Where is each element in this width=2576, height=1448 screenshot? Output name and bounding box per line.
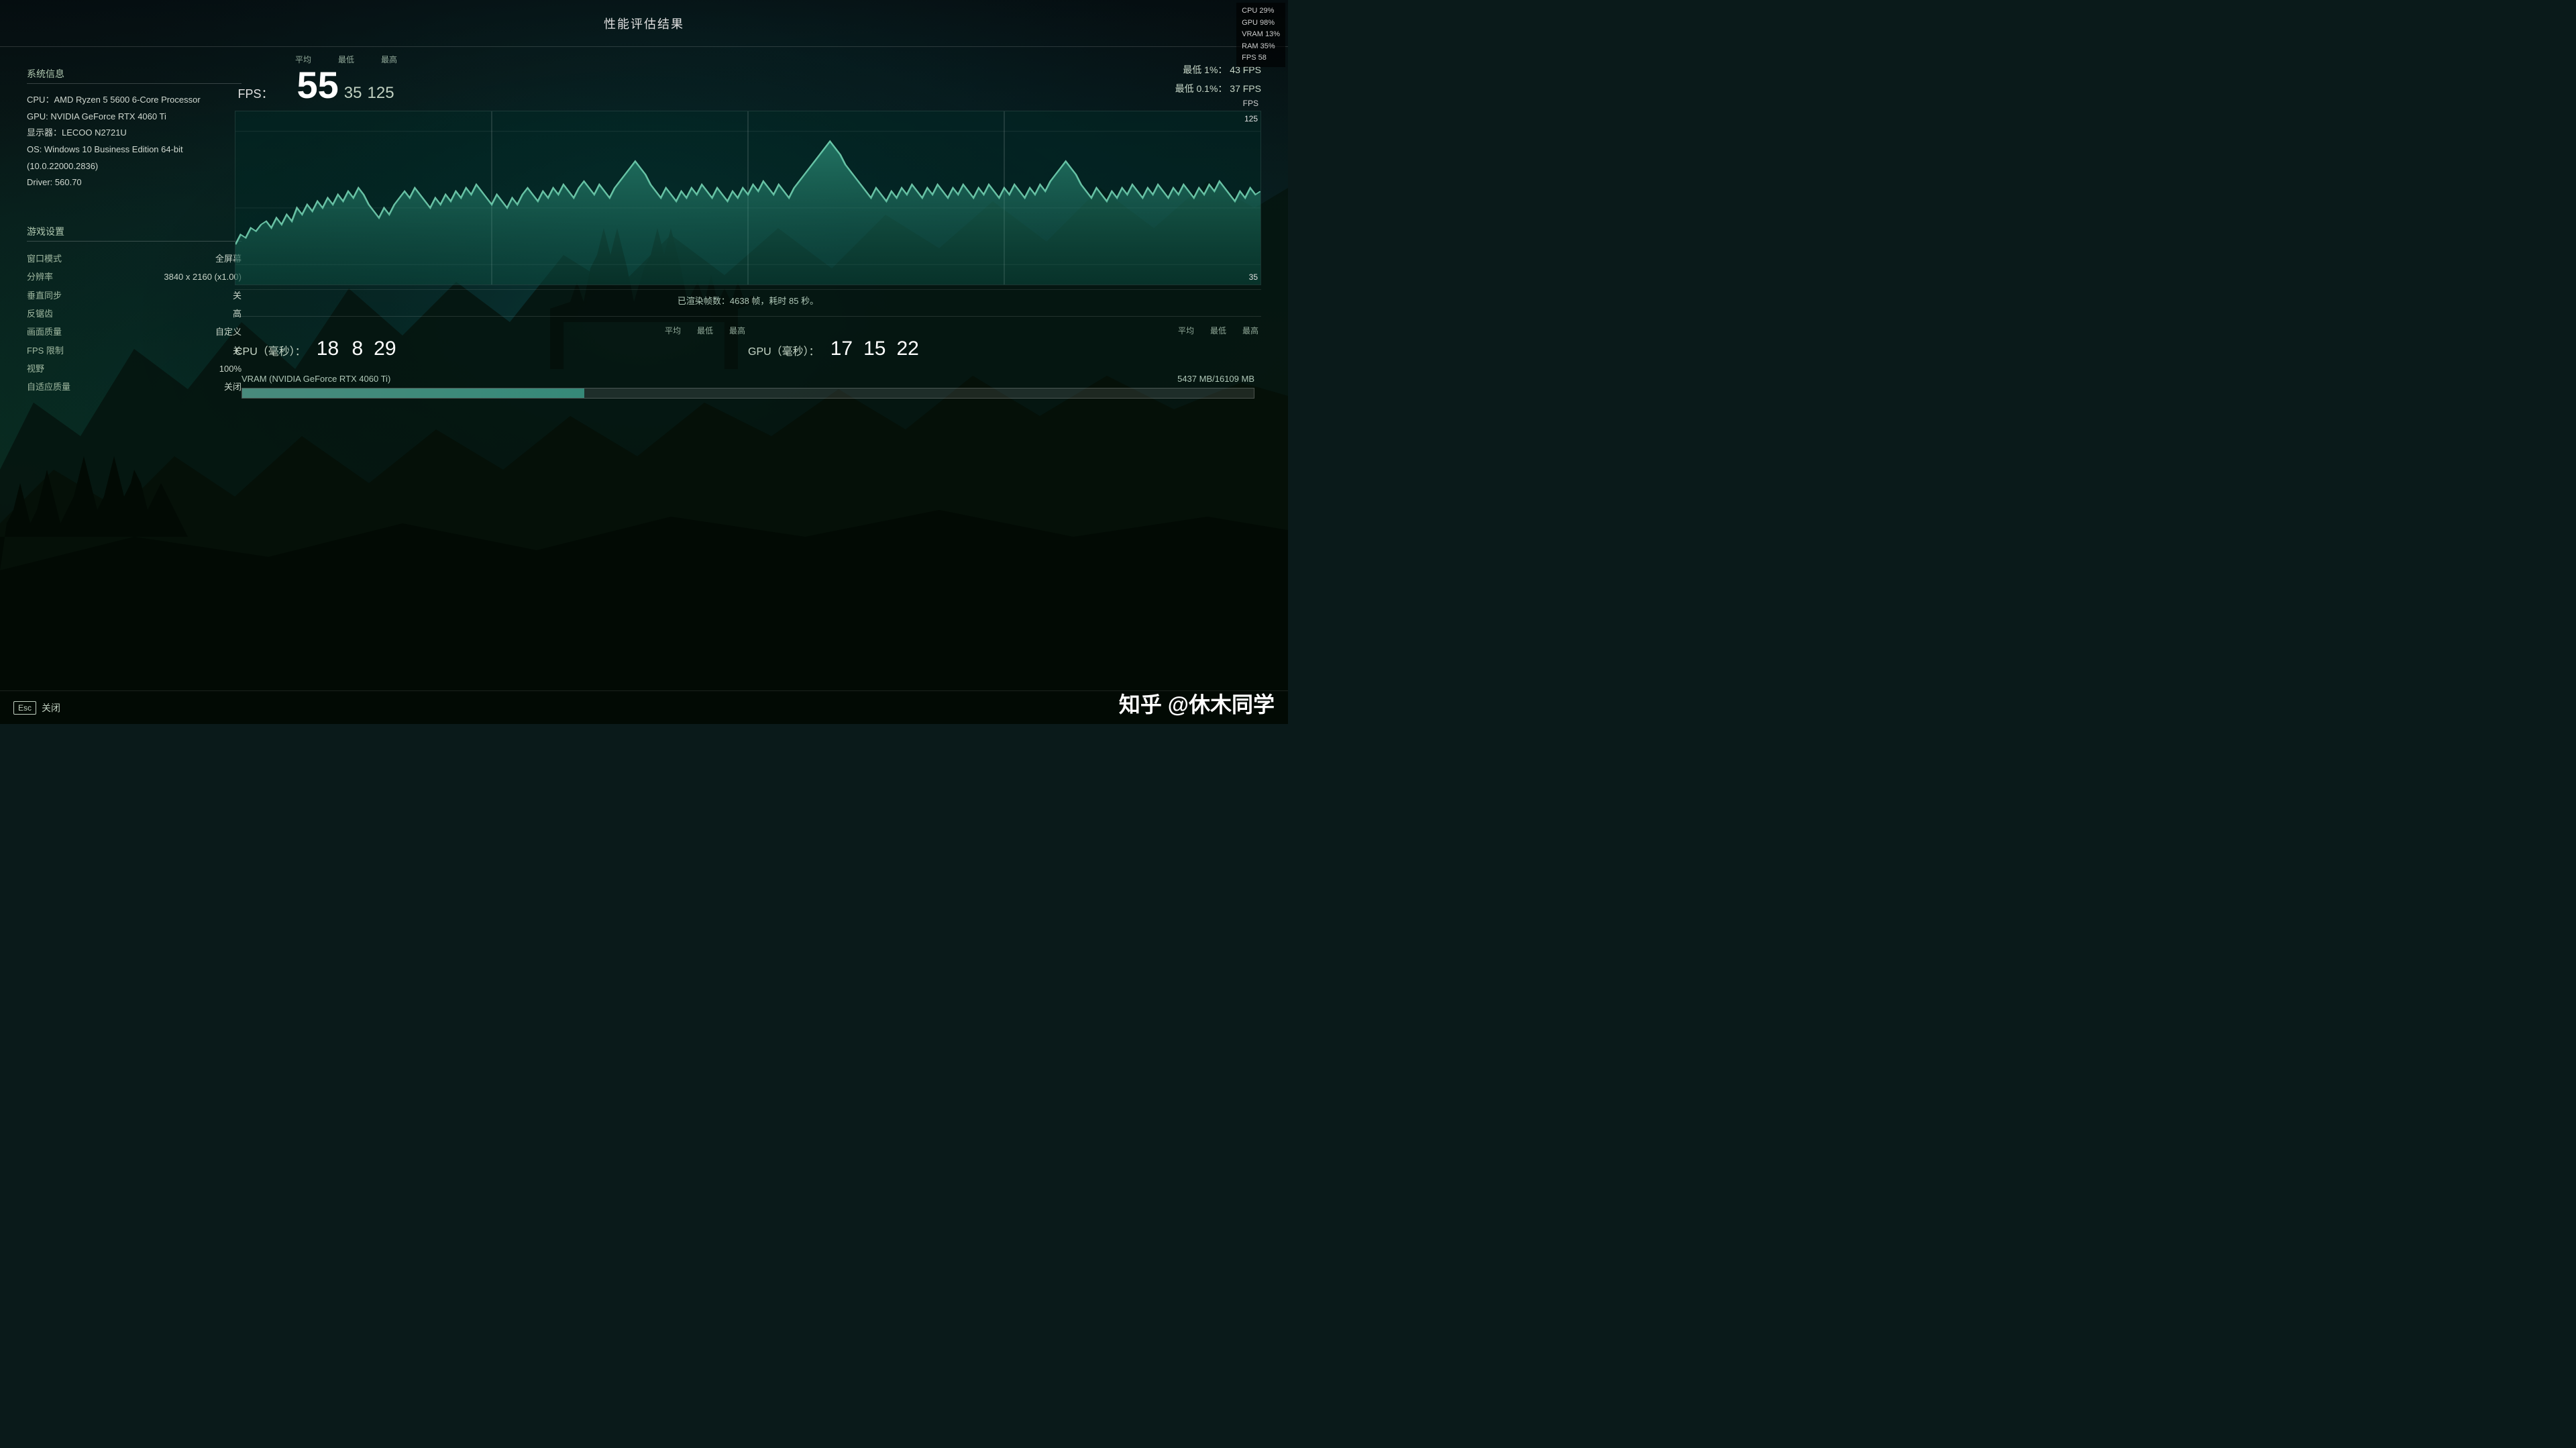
- vram-section: VRAM (NVIDIA GeForce RTX 4060 Ti) 5437 M…: [235, 374, 1261, 399]
- settings-row: 自适应质量 关闭: [27, 378, 241, 396]
- cpu-ms-label: CPU（毫秒）：: [235, 342, 306, 358]
- hud-gpu: GPU 98%: [1242, 17, 1275, 30]
- settings-row: 垂直同步 关: [27, 287, 241, 305]
- hud-cpu: CPU 29%: [1242, 5, 1274, 17]
- close-label: 关闭: [42, 701, 60, 715]
- game-settings-section: 游戏设置 窗口模式 全屏幕 分辨率 3840 x 2160 (x1.00) 垂直…: [27, 225, 241, 396]
- settings-row: 窗口模式 全屏幕: [27, 250, 241, 268]
- settings-label: 视野: [27, 360, 44, 378]
- left-panel: 系统信息 CPU：AMD Ryzen 5 5600 6-Core Process…: [27, 47, 241, 397]
- gpu-ms-label: GPU（毫秒）：: [748, 342, 820, 358]
- fps-max-col-header: 最高: [381, 54, 397, 65]
- cpu-info: CPU：AMD Ryzen 5 5600 6-Core Processor: [27, 92, 241, 109]
- hud-fps: FPS 58: [1242, 52, 1267, 64]
- vram-value: 5437 MB/16109 MB: [1177, 374, 1254, 384]
- cpu-avg-header: 平均: [665, 325, 681, 336]
- settings-row: 分辨率 3840 x 2160 (x1.00): [27, 268, 241, 286]
- settings-label: 画面质量: [27, 323, 62, 341]
- fps-label: FPS：: [238, 85, 292, 102]
- gpu-ms-min: 15: [863, 338, 885, 360]
- fps-max-value: 125: [368, 84, 394, 103]
- hud-ram: RAM 35%: [1242, 41, 1275, 53]
- gpu-info: GPU: NVIDIA GeForce RTX 4060 Ti: [27, 109, 241, 125]
- esc-key: Esc: [13, 701, 36, 715]
- fps-avg-value: 55: [297, 66, 339, 104]
- cpu-max-header: 最高: [729, 325, 745, 336]
- system-info-title: 系统信息: [27, 67, 241, 84]
- right-panel: 平均 最低 最高 FPS： 55 35 125 最低 1%： 43 FPS: [235, 47, 1275, 399]
- cpu-ms-min: 8: [350, 338, 363, 360]
- fps-p01-value: 37 FPS: [1230, 83, 1261, 94]
- system-info-section: 系统信息 CPU：AMD Ryzen 5 5600 6-Core Process…: [27, 67, 241, 191]
- settings-label: 自适应质量: [27, 378, 70, 396]
- game-settings-title: 游戏设置: [27, 225, 241, 242]
- fps-min-value: 35: [344, 84, 362, 103]
- settings-label: 窗口模式: [27, 250, 62, 268]
- cpu-min-header: 最低: [697, 325, 713, 336]
- hud-overlay: CPU 29% GPU 98% VRAM 13% RAM 35% FPS 58: [1236, 3, 1285, 67]
- settings-row: 反锯齿 高: [27, 305, 241, 323]
- fps-min-col-header: 最低: [338, 54, 354, 65]
- fps-scale-label: FPS: [1243, 99, 1258, 108]
- settings-label: 分辨率: [27, 268, 53, 286]
- settings-row: 视野 100%: [27, 360, 241, 378]
- gpu-ms-avg: 17: [830, 338, 853, 360]
- settings-label: FPS 限制: [27, 342, 64, 360]
- fps-chart: 125 35: [235, 111, 1261, 285]
- fps-scale-top: 125: [1244, 114, 1258, 123]
- settings-table: 窗口模式 全屏幕 分辨率 3840 x 2160 (x1.00) 垂直同步 关 …: [27, 250, 241, 396]
- vram-bar-fill: [242, 389, 584, 398]
- fps-p1-label: 最低 1%：: [1183, 64, 1227, 75]
- rendered-info: 已渲染帧数：4638 帧，耗时 85 秒。: [235, 289, 1261, 311]
- os-info: OS: Windows 10 Business Edition 64-bit (…: [27, 142, 241, 174]
- top-bar: 性能评估结果: [0, 0, 1288, 47]
- settings-row: FPS 限制 关: [27, 342, 241, 360]
- settings-label: 垂直同步: [27, 287, 62, 305]
- bottom-bar: Esc 关闭: [0, 690, 1288, 724]
- page-title: 性能评估结果: [604, 15, 684, 32]
- settings-value: 3840 x 2160 (x1.00): [164, 268, 241, 286]
- gpu-avg-header: 平均: [1178, 325, 1194, 336]
- gpu-min-header: 最低: [1210, 325, 1226, 336]
- gpu-ms-max: 22: [896, 338, 918, 360]
- vram-bar-bg: [241, 388, 1254, 399]
- vram-label: VRAM (NVIDIA GeForce RTX 4060 Ti): [241, 374, 390, 384]
- display-info: 显示器：LECOO N2721U: [27, 125, 241, 142]
- settings-row: 画面质量 自定义: [27, 323, 241, 341]
- cpu-ms-max: 29: [374, 338, 396, 360]
- fps-scale-bottom: 35: [1249, 272, 1258, 282]
- close-button[interactable]: Esc 关闭: [13, 701, 60, 715]
- fps-p01-label: 最低 0.1%：: [1175, 83, 1228, 94]
- watermark: 知乎 @休木同学: [1119, 688, 1275, 719]
- gpu-max-header: 最高: [1242, 325, 1258, 336]
- settings-label: 反锯齿: [27, 305, 53, 323]
- driver-info: Driver: 560.70: [27, 174, 241, 191]
- cpu-ms-avg: 18: [317, 338, 339, 360]
- hud-vram: VRAM 13%: [1242, 29, 1280, 41]
